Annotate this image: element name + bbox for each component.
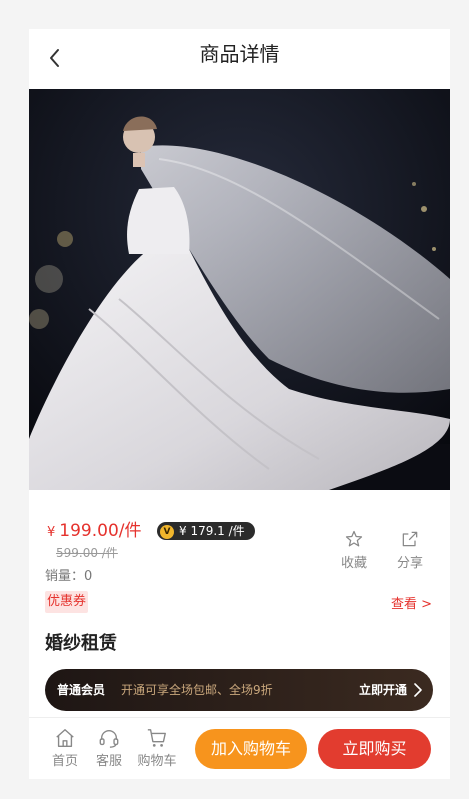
membership-banner[interactable]: 普通会员 开通可享全场包邮、全场9折 立即开通 xyxy=(45,669,433,711)
phone-screen: 商品详情 ¥ 199.00/件 V ¥ 179.1 /件 599.00 /件 销… xyxy=(29,29,450,779)
member-level: 普通会员 xyxy=(57,683,106,697)
back-arrow-icon[interactable] xyxy=(43,45,69,71)
tab-service-label: 客服 xyxy=(95,754,122,769)
product-image xyxy=(29,89,450,490)
member-open-button[interactable]: 立即开通 xyxy=(359,669,407,711)
home-icon xyxy=(56,729,74,747)
currency-symbol: ¥ xyxy=(47,525,56,540)
sales-count: 销量：0 xyxy=(45,569,93,584)
top-nav: 商品详情 xyxy=(29,29,450,89)
tab-home[interactable]: 首页 xyxy=(43,727,87,769)
price-value: 199.00/件 xyxy=(59,521,142,541)
product-name: 婚纱租赁 xyxy=(45,633,117,654)
page-title: 商品详情 xyxy=(199,42,280,66)
chevron-right-icon xyxy=(414,683,422,697)
vip-price-badge: V ¥ 179.1 /件 xyxy=(157,522,255,540)
tab-service[interactable]: 客服 xyxy=(87,727,131,769)
favorite-button[interactable]: 收藏 xyxy=(334,529,374,571)
buy-now-button[interactable]: 立即购买 xyxy=(318,729,431,769)
star-icon xyxy=(345,530,363,547)
share-button[interactable]: 分享 xyxy=(390,529,430,571)
member-benefits: 开通可享全场包邮、全场9折 xyxy=(121,683,273,697)
tab-cart[interactable]: 购物车 xyxy=(132,727,182,769)
vip-icon: V xyxy=(160,525,174,539)
tab-home-label: 首页 xyxy=(51,754,78,769)
share-label: 分享 xyxy=(396,556,423,571)
product-price: ¥199.00/件 xyxy=(47,518,142,546)
add-to-cart-button[interactable]: 加入购物车 xyxy=(195,729,307,769)
share-icon xyxy=(402,531,418,547)
cart-icon xyxy=(147,729,166,747)
bottom-bar: 首页 客服 购物车 加入购物车 立即购买 xyxy=(29,717,450,779)
tab-cart-label: 购物车 xyxy=(137,754,177,769)
vip-price-value: ¥ 179.1 /件 xyxy=(179,524,245,538)
coupon-tag: 优惠券 xyxy=(45,591,89,613)
coupon-view-link[interactable]: 查看 > xyxy=(391,593,432,612)
original-price: 599.00 /件 xyxy=(56,546,118,560)
headset-icon xyxy=(99,730,119,748)
favorite-label: 收藏 xyxy=(340,556,367,571)
